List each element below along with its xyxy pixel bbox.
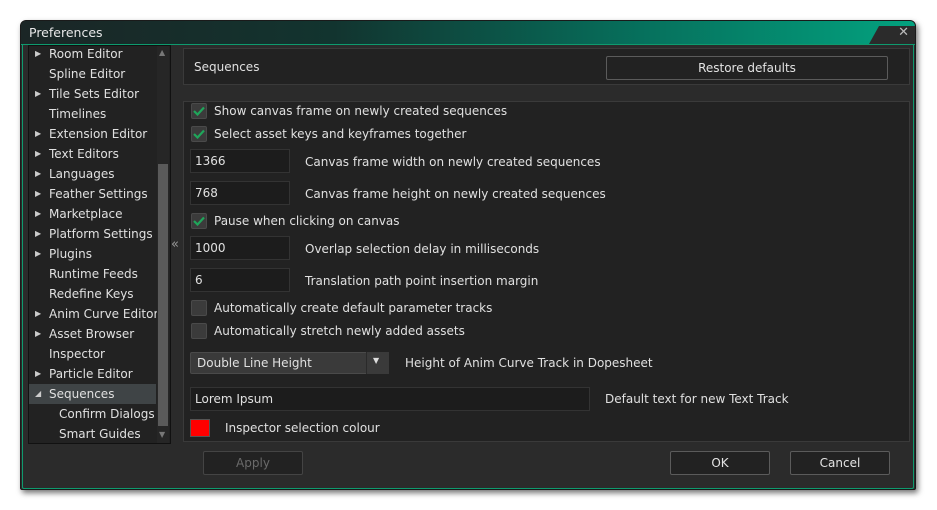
frame-width-label: Canvas frame width on newly created sequ…	[305, 155, 601, 169]
sidebar: ▶ Room Editor Spline Editor ▶ Tile Sets Edit…	[28, 45, 171, 444]
sidebar-item-sequences[interactable]: ◢ Sequences	[29, 384, 156, 404]
show-canvas-frame-checkbox[interactable]	[191, 103, 207, 119]
select-keys-together-checkbox[interactable]	[191, 126, 207, 142]
ok-button[interactable]: OK	[670, 451, 770, 475]
sidebar-item-label: Confirm Dialogs	[59, 407, 155, 421]
sidebar-item-inspector[interactable]: Inspector	[29, 344, 156, 364]
sidebar-item-label: Particle Editor	[49, 367, 133, 381]
sidebar-item-label: Platform Settings	[49, 227, 153, 241]
restore-defaults-button[interactable]: Restore defaults	[606, 56, 888, 80]
check-icon	[193, 216, 205, 226]
scroll-down-icon[interactable]: ▼	[159, 430, 165, 439]
expand-arrow-icon[interactable]: ▶	[35, 124, 41, 144]
sidebar-item-redefine-keys[interactable]: Redefine Keys	[29, 284, 156, 304]
curve-height-value: Double Line Height	[197, 356, 312, 370]
expand-arrow-icon[interactable]: ▶	[35, 304, 41, 324]
frame-height-input[interactable]: 768	[190, 181, 290, 205]
sidebar-item-particle-editor[interactable]: ▶ Particle Editor	[29, 364, 156, 384]
overlap-delay-label: Overlap selection delay in milliseconds	[305, 242, 540, 256]
expand-arrow-icon[interactable]: ▶	[35, 244, 41, 264]
expand-arrow-icon[interactable]: ▶	[35, 46, 41, 64]
sidebar-item-confirm-dialogs[interactable]: Confirm Dialogs	[29, 404, 156, 424]
sidebar-item-timelines[interactable]: Timelines	[29, 104, 156, 124]
expand-arrow-icon[interactable]: ▶	[35, 364, 41, 384]
expand-arrow-icon[interactable]: ▶	[35, 184, 41, 204]
dropdown-button[interactable]: ▼	[366, 352, 389, 374]
sidebar-item-label: Smart Guides	[59, 427, 141, 441]
expand-arrow-icon[interactable]: ▶	[35, 324, 41, 344]
sidebar-item-label: Extension Editor	[49, 127, 148, 141]
auto-stretch-label: Automatically stretch newly added assets	[214, 324, 465, 338]
path-margin-input[interactable]: 6	[190, 268, 290, 292]
sidebar-item-languages[interactable]: ▶ Languages	[29, 164, 156, 184]
sidebar-item-plugins[interactable]: ▶ Plugins	[29, 244, 156, 264]
show-canvas-frame-label: Show canvas frame on newly created seque…	[214, 104, 508, 118]
check-icon	[193, 129, 205, 139]
sidebar-item-asset-browser[interactable]: ▶ Asset Browser	[29, 324, 156, 344]
expand-arrow-icon[interactable]: ▶	[35, 144, 41, 164]
auto-param-tracks-checkbox[interactable]	[191, 300, 207, 316]
apply-button[interactable]: Apply	[203, 451, 303, 475]
sidebar-item-label: Sequences	[49, 387, 115, 401]
expanded-arrow-icon[interactable]: ◢	[35, 384, 41, 404]
selection-colour-swatch[interactable]	[190, 419, 210, 437]
sidebar-item-marketplace[interactable]: ▶ Marketplace	[29, 204, 156, 224]
cancel-button[interactable]: Cancel	[790, 451, 890, 475]
window-title: Preferences	[29, 25, 103, 40]
sidebar-item-runtime-feeds[interactable]: Runtime Feeds	[29, 264, 156, 284]
selection-colour-label: Inspector selection colour	[225, 421, 380, 435]
sidebar-item-label: Anim Curve Editor	[49, 307, 159, 321]
chevron-down-icon: ▼	[373, 356, 380, 365]
header-panel: Sequences Restore defaults	[183, 48, 910, 85]
overlap-delay-input[interactable]: 1000	[190, 236, 290, 260]
collapse-sidebar-icon[interactable]: «	[171, 237, 179, 252]
sidebar-item-tile-sets-editor[interactable]: ▶ Tile Sets Editor	[29, 84, 156, 104]
sidebar-item-text-editors[interactable]: ▶ Text Editors	[29, 144, 156, 164]
sidebar-item-label: Spline Editor	[49, 67, 126, 81]
sidebar-item-label: Tile Sets Editor	[49, 87, 140, 101]
sidebar-item-smart-guides[interactable]: Smart Guides	[29, 424, 156, 443]
sidebar-item-label: Inspector	[49, 347, 105, 361]
sidebar-item-extension-editor[interactable]: ▶ Extension Editor	[29, 124, 156, 144]
sidebar-item-room-editor[interactable]: ▶ Room Editor	[29, 46, 156, 64]
check-icon	[193, 106, 205, 116]
sidebar-item-label: Marketplace	[49, 207, 123, 221]
expand-arrow-icon[interactable]: ▶	[35, 224, 41, 244]
path-margin-label: Translation path point insertion margin	[305, 274, 539, 288]
expand-arrow-icon[interactable]: ▶	[35, 164, 41, 184]
pause-on-click-label: Pause when clicking on canvas	[214, 214, 400, 228]
scrollbar-thumb[interactable]	[158, 164, 168, 426]
sidebar-item-label: Room Editor	[49, 47, 123, 61]
close-icon[interactable]: ✕	[898, 25, 909, 40]
sidebar-item-spline-editor[interactable]: Spline Editor	[29, 64, 156, 84]
pause-on-click-checkbox[interactable]	[191, 213, 207, 229]
auto-stretch-checkbox[interactable]	[191, 323, 207, 339]
sidebar-item-label: Runtime Feeds	[49, 267, 138, 281]
expand-arrow-icon[interactable]: ▶	[35, 84, 41, 104]
scroll-up-icon[interactable]: ▲	[159, 48, 165, 57]
sidebar-item-label: Asset Browser	[49, 327, 135, 341]
curve-height-label: Height of Anim Curve Track in Dopesheet	[405, 356, 653, 370]
curve-height-dropdown[interactable]: Double Line Height ▼	[190, 352, 389, 374]
sidebar-item-anim-curve-editor[interactable]: ▶ Anim Curve Editor	[29, 304, 159, 324]
sidebar-item-label: Timelines	[49, 107, 107, 121]
sidebar-item-label: Redefine Keys	[49, 287, 134, 301]
sidebar-item-label: Text Editors	[49, 147, 119, 161]
title-bar[interactable]: Preferences ✕	[21, 21, 915, 45]
frame-height-label: Canvas frame height on newly created seq…	[305, 187, 606, 201]
auto-param-tracks-label: Automatically create default parameter t…	[214, 301, 493, 315]
select-keys-together-label: Select asset keys and keyframes together	[214, 127, 467, 141]
expand-arrow-icon[interactable]: ▶	[35, 204, 41, 224]
frame-width-input[interactable]: 1366	[190, 149, 290, 173]
sidebar-scrollbar[interactable]: ▲ ▼	[157, 46, 169, 443]
sidebar-item-label: Plugins	[49, 247, 92, 261]
default-text-label: Default text for new Text Track	[605, 392, 789, 406]
sidebar-item-platform-settings[interactable]: ▶ Platform Settings	[29, 224, 156, 244]
sidebar-item-feather-settings[interactable]: ▶ Feather Settings	[29, 184, 156, 204]
sidebar-item-label: Feather Settings	[49, 187, 148, 201]
sidebar-item-label: Languages	[49, 167, 115, 181]
page-title: Sequences	[194, 60, 260, 74]
default-text-input[interactable]: Lorem Ipsum	[190, 387, 590, 411]
